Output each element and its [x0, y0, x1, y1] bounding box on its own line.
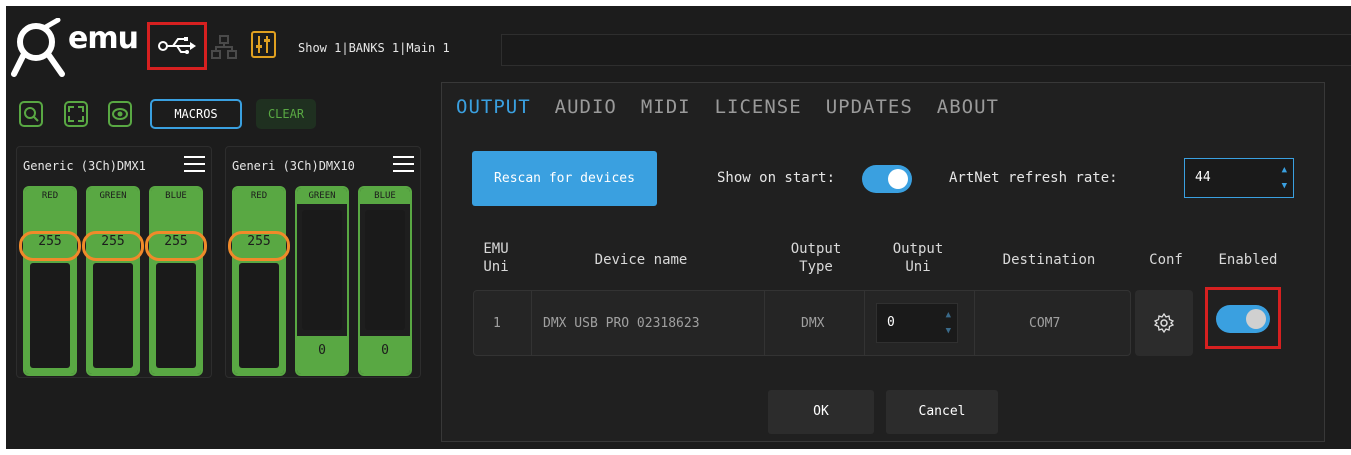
menu-icon[interactable] — [184, 156, 205, 177]
fullscreen-icon — [68, 106, 84, 122]
fader-track — [365, 210, 405, 330]
fader-label: BLUE — [360, 188, 410, 204]
emu-logo-icon[interactable] — [10, 18, 70, 80]
spin-up-icon[interactable]: ▲ — [1282, 165, 1287, 175]
cell-output-type: DMX — [801, 316, 825, 331]
fixture-title: Generi (3Ch)DMX10 — [232, 159, 355, 173]
fader-track — [30, 263, 70, 368]
spin-up-icon[interactable]: ▲ — [946, 310, 951, 320]
network-icon[interactable] — [211, 34, 237, 60]
logo-text: emu — [68, 21, 139, 56]
search-icon — [24, 107, 39, 122]
fader-red[interactable]: RED 255 — [232, 186, 286, 376]
highlight-ring — [19, 231, 81, 261]
show-on-start-toggle[interactable] — [862, 165, 912, 193]
emu-app: emu Show 1|BANKS 1|Main 1 MACROS CLEAR G… — [6, 6, 1351, 449]
fader-track — [302, 210, 342, 330]
fixture-panel: Generi (3Ch)DMX10 RED 255 GREEN 0 BLUE 0 — [225, 146, 421, 378]
fader-track — [239, 263, 279, 368]
show-on-start-label: Show on start: — [717, 170, 836, 186]
usb-icon — [158, 37, 196, 54]
fader-green[interactable]: GREEN 0 — [295, 186, 349, 376]
highlight-ring — [228, 231, 290, 261]
view-button[interactable] — [108, 101, 132, 127]
mixer-icon[interactable] — [251, 31, 276, 58]
tab-about[interactable]: ABOUT — [937, 96, 999, 118]
toggle-knob — [888, 169, 908, 189]
gear-icon — [1154, 313, 1174, 333]
tab-output[interactable]: OUTPUT — [456, 96, 531, 118]
fader-red[interactable]: RED 255 — [23, 186, 77, 376]
tab-updates[interactable]: UPDATES — [826, 96, 913, 118]
cell-destination: COM7 — [1029, 316, 1061, 331]
conf-button[interactable] — [1135, 290, 1193, 356]
fader-label: RED — [234, 188, 284, 204]
fader-green[interactable]: GREEN 255 — [86, 186, 140, 376]
tab-midi[interactable]: MIDI — [641, 96, 691, 118]
highlight-ring — [145, 231, 207, 261]
output-uni-input[interactable]: 0 ▲ ▼ — [876, 303, 958, 343]
search-button[interactable] — [19, 101, 43, 127]
fixture-panel: Generic (3Ch)DMX1 RED 255 GREEN 255 BLUE… — [16, 146, 212, 378]
enabled-toggle[interactable] — [1216, 305, 1270, 333]
spin-down-icon[interactable]: ▼ — [946, 326, 951, 336]
fader-blue[interactable]: BLUE 255 — [149, 186, 203, 376]
tab-audio[interactable]: AUDIO — [555, 96, 617, 118]
clear-button[interactable]: CLEAR — [256, 99, 316, 129]
fader-value: 0 — [318, 343, 326, 358]
menu-icon[interactable] — [393, 156, 414, 177]
col-header-output-uni: Output Uni — [892, 241, 944, 275]
macros-button[interactable]: MACROS — [150, 99, 242, 129]
toggle-knob — [1246, 309, 1266, 329]
fader-track — [156, 263, 196, 368]
status-bar — [501, 34, 1351, 66]
tab-license[interactable]: LICENSE — [715, 96, 802, 118]
show-path: Show 1|BANKS 1|Main 1 — [298, 41, 450, 55]
fixture-title: Generic (3Ch)DMX1 — [23, 159, 146, 173]
artnet-refresh-label: ArtNet refresh rate: — [949, 170, 1118, 186]
col-header-emu-uni: EMU Uni — [483, 241, 509, 275]
col-header-output-type: Output Type — [790, 241, 842, 275]
artnet-refresh-input[interactable]: 44 ▲ ▼ — [1184, 158, 1294, 198]
ok-button[interactable]: OK — [768, 390, 874, 434]
rescan-devices-button[interactable]: Rescan for devices — [472, 151, 657, 206]
fader-label: BLUE — [151, 188, 201, 204]
fader-label: GREEN — [88, 188, 138, 204]
col-header-conf: Conf — [1149, 252, 1183, 268]
col-header-enabled: Enabled — [1218, 252, 1278, 268]
settings-tabs: OUTPUT AUDIO MIDI LICENSE UPDATES ABOUT — [456, 96, 1023, 118]
usb-connection-indicator[interactable] — [147, 22, 207, 70]
fader-blue[interactable]: BLUE 0 — [358, 186, 412, 376]
cell-emu-uni: 1 — [493, 316, 501, 331]
highlight-ring — [82, 231, 144, 261]
col-header-device-name: Device name — [594, 252, 688, 268]
fader-label: GREEN — [297, 188, 347, 204]
spin-down-icon[interactable]: ▼ — [1282, 181, 1287, 191]
artnet-refresh-value: 44 — [1195, 170, 1211, 185]
cancel-button[interactable]: Cancel — [886, 390, 998, 434]
output-uni-value: 0 — [887, 315, 895, 330]
eye-icon — [112, 108, 128, 120]
col-header-destination: Destination — [1002, 252, 1096, 268]
fullscreen-button[interactable] — [64, 101, 88, 127]
fader-value: 0 — [381, 343, 389, 358]
fader-label: RED — [25, 188, 75, 204]
fader-track — [93, 263, 133, 368]
cell-device-name: DMX USB PRO 02318623 — [543, 316, 700, 331]
